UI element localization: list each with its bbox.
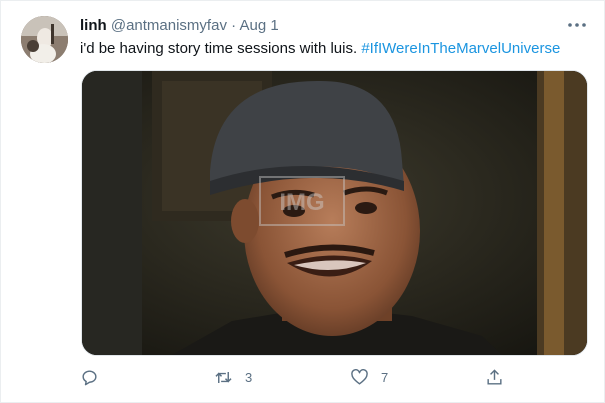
tweet-body: i'd be having story time sessions with l…	[80, 40, 358, 57]
watermark-text: IMG	[279, 189, 324, 216]
tweet-media[interactable]: IMG	[81, 70, 588, 356]
author-avatar[interactable]	[21, 16, 68, 63]
more-icon	[568, 23, 586, 27]
heart-icon	[351, 368, 368, 385]
avatar-photo-icon	[21, 16, 68, 63]
tweet-card[interactable]: linh @antmanismyfav · Aug 1 i'd be havin…	[0, 0, 605, 403]
retweet-icon	[215, 371, 232, 383]
reply-button[interactable]	[80, 365, 111, 389]
author-handle[interactable]: @antmanismyfav	[111, 17, 227, 34]
retweet-count: 3	[245, 369, 253, 385]
tweet-text: i'd be having story time sessions with l…	[80, 39, 560, 58]
like-count: 7	[381, 369, 389, 385]
gif-still-image: IMG	[82, 71, 587, 355]
share-button[interactable]	[485, 365, 516, 389]
retweet-button[interactable]: 3	[214, 365, 252, 389]
like-button[interactable]: 7	[350, 365, 388, 389]
author-name[interactable]: linh	[80, 17, 107, 34]
more-options-button[interactable]	[565, 13, 589, 37]
tweet-date[interactable]: Aug 1	[239, 17, 278, 34]
header-separator: ·	[231, 17, 237, 34]
share-icon	[487, 368, 502, 385]
tweet-header: linh @antmanismyfav · Aug 1	[80, 16, 279, 35]
tweet-actions: 3 7	[80, 365, 510, 389]
hashtag-link[interactable]: #IfIWereInTheMarvelUniverse	[361, 40, 560, 57]
reply-icon	[82, 369, 97, 385]
